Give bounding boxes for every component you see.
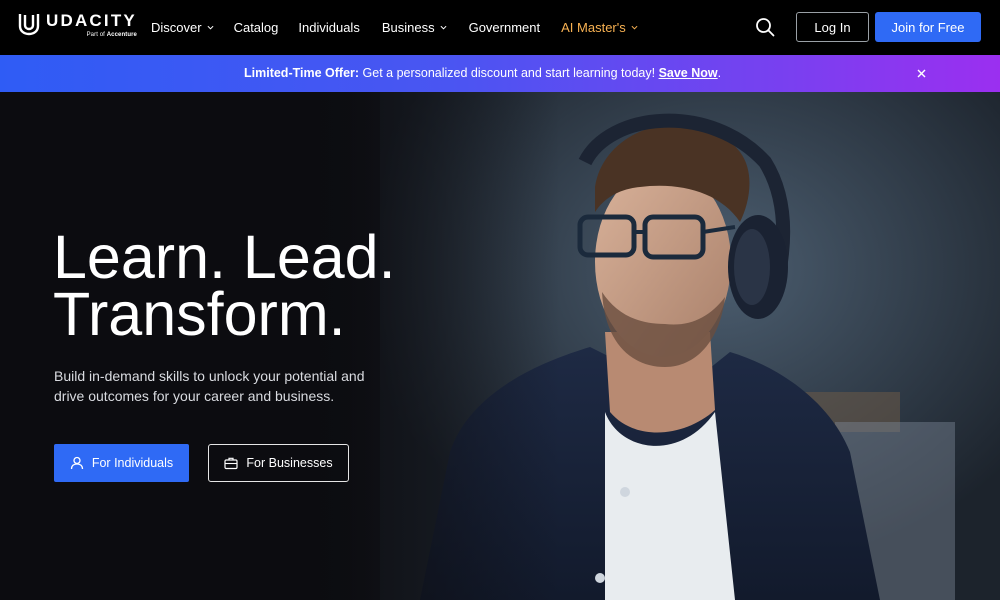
nav-item-government[interactable]: Government (469, 20, 541, 35)
for-individuals-label: For Individuals (91, 456, 174, 470)
nav-item-catalog[interactable]: Catalog (234, 20, 279, 35)
nav-item-label: Discover (151, 20, 202, 35)
promo-lead: Limited-Time Offer: (244, 66, 360, 80)
headline-line-1: Learn. Lead. (53, 223, 396, 291)
chevron-down-icon (207, 25, 214, 30)
join-free-button[interactable]: Join for Free (875, 12, 981, 42)
nav-item-label: Government (468, 20, 541, 35)
nav-item-label: Catalog (233, 20, 279, 35)
hero-headline: Learn. Lead. Transform. (53, 223, 396, 348)
hero-subtext: Build in-demand skills to unlock your po… (54, 368, 365, 404)
nav-item-ai-masters[interactable]: AI Master's (561, 20, 638, 35)
udacity-logo-icon (18, 14, 40, 36)
for-businesses-button[interactable]: For Businesses (208, 444, 349, 482)
nav-item-discover[interactable]: Discover (151, 20, 214, 35)
hero-section: Learn. Lead. Transform. Build in-demand … (0, 92, 1000, 600)
top-navbar: UDACITY Part of Accenture Discover Catal… (0, 0, 1000, 55)
main-menu: Discover Catalog Individuals Business Go… (151, 0, 658, 55)
for-individuals-button[interactable]: For Individuals (54, 444, 189, 482)
promo-trailing: . (717, 66, 722, 80)
promo-banner: Limited-Time Offer: Get a personalized d… (0, 55, 1000, 92)
promo-message: Get a personalized discount and start le… (359, 66, 659, 80)
headline-line-2: Transform. (53, 280, 346, 348)
close-icon[interactable] (915, 67, 928, 80)
chevron-down-icon (631, 25, 638, 30)
login-button[interactable]: Log In (796, 12, 869, 42)
nav-item-label: Individuals (298, 20, 360, 35)
udacity-logo[interactable]: UDACITY Part of Accenture (18, 12, 137, 40)
brand-name: UDACITY (46, 11, 137, 30)
promo-text: Limited-Time Offer: Get a personalized d… (244, 66, 721, 80)
briefcase-icon (224, 457, 239, 470)
user-icon (70, 456, 83, 470)
nav-item-individuals[interactable]: Individuals (298, 20, 359, 35)
search-icon[interactable] (755, 17, 775, 37)
brand-tagline: Part of Accenture (86, 32, 137, 38)
for-businesses-label: For Businesses (246, 456, 333, 470)
nav-item-label: Business (381, 20, 435, 35)
nav-item-business[interactable]: Business (382, 20, 447, 35)
chevron-down-icon (440, 25, 447, 30)
nav-item-label: AI Master's (561, 20, 626, 35)
save-now-link[interactable]: Save Now (659, 66, 718, 80)
